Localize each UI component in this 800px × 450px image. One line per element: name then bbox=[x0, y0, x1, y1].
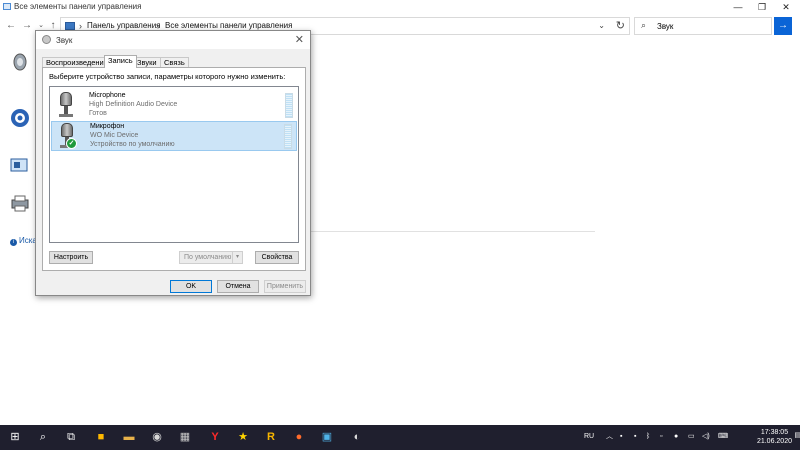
language-indicator[interactable]: RU bbox=[584, 432, 594, 442]
panel-prompt: Выберите устройство записи, параметры ко… bbox=[49, 72, 286, 81]
set-default-label: По умолчанию bbox=[184, 254, 232, 261]
device-description: High Definition Audio Device bbox=[89, 101, 178, 108]
control-panel-icon bbox=[3, 3, 11, 10]
forward-icon[interactable]: → bbox=[20, 20, 34, 32]
window-title: Все элементы панели управления bbox=[14, 2, 142, 11]
search-icon: ⌕ bbox=[641, 20, 647, 30]
device-status: Готов bbox=[89, 110, 107, 117]
devices-printers-icon[interactable] bbox=[10, 194, 30, 214]
input-icon[interactable]: ⌨ bbox=[718, 432, 728, 442]
maximize-icon[interactable]: ❐ bbox=[750, 0, 774, 14]
tab-recording[interactable]: Запись bbox=[104, 55, 137, 68]
ease-of-access-icon[interactable] bbox=[10, 108, 30, 128]
divider bbox=[300, 231, 595, 232]
set-default-button[interactable]: По умолчанию ▾ bbox=[179, 251, 243, 264]
star-app-icon[interactable]: ★ bbox=[236, 430, 250, 444]
taskbar: ⊞ ⌕ ⧉ ■ ▬ ◉ ▦ Y ★ R ● ▣ ◐ RU ︿ ▪ ▪ ᛒ ▫ ●… bbox=[0, 425, 800, 450]
tray-app-icon[interactable]: ▪ bbox=[620, 432, 622, 442]
app-icon[interactable]: ▦ bbox=[178, 430, 192, 444]
device-status: Устройство по умолчанию bbox=[90, 141, 175, 148]
tray-app-icon[interactable]: ▪ bbox=[634, 432, 636, 442]
sound-settings-icon[interactable]: ◐ bbox=[350, 430, 364, 444]
sound-dialog: Звук ✕ Воспроизведение Запись Звуки Связ… bbox=[35, 30, 311, 296]
apply-button[interactable]: Применить bbox=[264, 280, 306, 293]
microphone-icon bbox=[58, 92, 74, 118]
app-icon[interactable]: ◉ bbox=[150, 430, 164, 444]
info-icon: i bbox=[10, 239, 17, 246]
microphone-app-icon[interactable]: ● bbox=[292, 430, 306, 444]
device-name: Microphone bbox=[89, 92, 126, 99]
device-name: Микрофон bbox=[90, 123, 125, 130]
recording-device-list[interactable]: Microphone High Definition Audio Device … bbox=[49, 86, 299, 243]
ok-button[interactable]: OK bbox=[170, 280, 212, 293]
rockstar-icon[interactable]: R bbox=[264, 430, 278, 444]
configure-button[interactable]: Настроить bbox=[49, 251, 93, 264]
back-icon[interactable]: ← bbox=[4, 20, 18, 32]
clock[interactable]: 17:38:05 21.06.2020 bbox=[757, 428, 792, 446]
tray-app-icon[interactable]: ▫ bbox=[660, 432, 662, 442]
speaker-icon bbox=[42, 35, 51, 44]
list-item[interactable]: Microphone High Definition Audio Device … bbox=[51, 91, 297, 121]
search-input[interactable]: ⌕ Звук bbox=[634, 17, 772, 35]
help-link[interactable]: i Иска bbox=[10, 236, 37, 246]
store-icon[interactable]: ■ bbox=[94, 430, 108, 444]
close-icon[interactable]: ✕ bbox=[774, 0, 798, 14]
dialog-title: Звук bbox=[56, 36, 73, 45]
windows-start-icon[interactable]: ⊞ bbox=[8, 430, 22, 444]
chevron-down-icon[interactable]: ▾ bbox=[232, 252, 242, 263]
breadcrumb-item[interactable]: Панель управления bbox=[87, 21, 161, 30]
device-description: WO Mic Device bbox=[90, 132, 139, 139]
control-panel-icon bbox=[65, 22, 75, 30]
task-view-icon[interactable]: ⧉ bbox=[64, 430, 78, 444]
chevron-up-icon[interactable]: ︿ bbox=[606, 432, 613, 442]
recording-panel: Выберите устройство записи, параметры ко… bbox=[42, 67, 306, 271]
search-value: Звук bbox=[657, 22, 674, 31]
notification-icon[interactable]: ▤ bbox=[794, 431, 800, 441]
cancel-button[interactable]: Отмена bbox=[217, 280, 259, 293]
bluetooth-icon[interactable]: ᛒ bbox=[646, 432, 650, 442]
volume-icon[interactable]: ◁) bbox=[702, 432, 710, 442]
level-meter bbox=[284, 124, 292, 149]
clock-time: 17:38:05 bbox=[760, 429, 789, 436]
close-icon[interactable]: ✕ bbox=[295, 33, 304, 46]
microphone-tray-icon[interactable]: ● bbox=[674, 432, 678, 442]
network-icon[interactable]: ▭ bbox=[688, 432, 695, 442]
level-meter bbox=[285, 93, 293, 118]
properties-button[interactable]: Свойства bbox=[255, 251, 299, 264]
speaker-icon[interactable] bbox=[10, 52, 30, 72]
chevron-down-icon[interactable]: ⌄ bbox=[598, 21, 605, 30]
default-check-icon: ✓ bbox=[66, 138, 77, 149]
refresh-icon[interactable]: ↻ bbox=[616, 19, 625, 32]
folder-icon[interactable]: ▬ bbox=[122, 430, 136, 444]
search-go-button[interactable]: → bbox=[774, 17, 792, 35]
clock-date: 21.06.2020 bbox=[756, 438, 792, 445]
remote-desktop-icon[interactable]: ▣ bbox=[320, 430, 334, 444]
search-icon[interactable]: ⌕ bbox=[36, 430, 50, 444]
display-icon[interactable] bbox=[10, 156, 30, 176]
dialog-titlebar: Звук ✕ bbox=[36, 31, 310, 49]
breadcrumb-item[interactable]: Все элементы панели управления bbox=[165, 21, 292, 30]
yandex-browser-icon[interactable]: Y bbox=[208, 430, 222, 444]
minimize-icon[interactable]: — bbox=[726, 0, 750, 14]
window-titlebar: Все элементы панели управления — ❐ ✕ bbox=[0, 0, 800, 14]
list-item-selected[interactable]: ✓ Микрофон WO Mic Device Устройство по у… bbox=[51, 121, 297, 151]
